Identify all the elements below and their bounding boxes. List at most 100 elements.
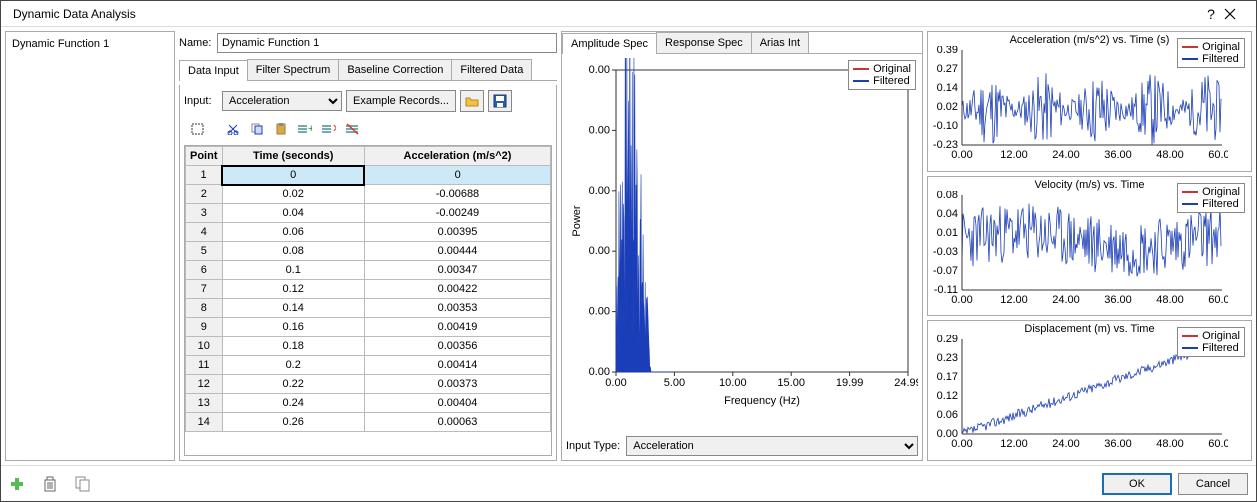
table-row[interactable]: 40.060.00395 [186,223,551,242]
svg-text:24.00: 24.00 [1052,149,1080,161]
content: Dynamic Function 1 Name: Data Input Filt… [1,27,1256,465]
data-table[interactable]: Point Time (seconds) Acceleration (m/s^2… [185,146,551,432]
svg-text:✕: ✕ [332,123,336,135]
svg-text:60.00: 60.00 [1208,294,1228,306]
svg-text:60.00: 60.00 [1208,149,1228,161]
svg-text:-0.11: -0.11 [934,284,958,296]
open-folder-icon[interactable] [460,90,484,112]
tab-response-spec[interactable]: Response Spec [656,32,752,53]
col-time[interactable]: Time (seconds) [222,147,364,166]
svg-text:0.00: 0.00 [605,377,626,389]
name-field[interactable] [217,33,557,53]
chart-legend-2: Original Filtered [1177,183,1245,213]
data-table-wrap[interactable]: Point Time (seconds) Acceleration (m/s^2… [184,145,552,456]
svg-text:12.00: 12.00 [1000,294,1028,306]
ok-button[interactable]: OK [1102,473,1172,495]
delete-row-icon[interactable]: ✕ [318,119,340,139]
table-row[interactable]: 20.02-0.00688 [186,185,551,204]
svg-text:60.00: 60.00 [1208,438,1228,450]
dialog-window: Dynamic Data Analysis ? Dynamic Function… [0,0,1257,502]
delete-icon[interactable] [43,476,57,492]
tab-body: Input: Acceleration Example Records... [179,85,557,461]
copy-icon[interactable] [246,119,268,139]
table-row[interactable]: 120.220.00373 [186,375,551,394]
svg-text:15.00: 15.00 [777,377,805,389]
table-row[interactable]: 80.140.00353 [186,299,551,318]
paste-icon[interactable] [270,119,292,139]
svg-text:0.12: 0.12 [937,390,958,402]
save-icon[interactable] [488,90,512,112]
tab-baseline-correction[interactable]: Baseline Correction [338,59,452,80]
svg-text:0.00: 0.00 [589,366,610,378]
tab-arias-int[interactable]: Arias Int [751,32,809,53]
svg-text:48.00: 48.00 [1156,149,1184,161]
titlebar: Dynamic Data Analysis ? [1,1,1256,27]
svg-text:0.08: 0.08 [937,191,958,201]
select-icon[interactable] [186,119,208,139]
chart-acceleration: Acceleration (m/s^2) vs. Time (s) 0.0012… [927,31,1252,172]
svg-text:0.01: 0.01 [937,227,958,239]
clear-rows-icon[interactable] [342,119,364,139]
svg-text:0.14: 0.14 [937,82,958,94]
svg-text:-0.10: -0.10 [933,120,958,132]
insert-row-icon[interactable]: + [294,119,316,139]
input-type-select[interactable]: Acceleration [626,436,918,456]
charts-panel: Acceleration (m/s^2) vs. Time (s) 0.0012… [927,31,1252,461]
svg-text:24.00: 24.00 [1052,294,1080,306]
close-icon[interactable] [1224,8,1250,20]
svg-text:0.00: 0.00 [937,428,958,440]
svg-text:19.99: 19.99 [836,377,864,389]
svg-text:0.00: 0.00 [589,64,610,76]
svg-text:0.00: 0.00 [589,185,610,197]
copy-function-icon[interactable] [75,476,91,492]
function-list-item[interactable]: Dynamic Function 1 [10,36,170,52]
cut-icon[interactable] [222,119,244,139]
tab-filter-spectrum[interactable]: Filter Spectrum [247,59,340,80]
function-list[interactable]: Dynamic Function 1 [5,31,175,461]
svg-text:12.00: 12.00 [1000,149,1028,161]
svg-text:24.99: 24.99 [894,377,918,389]
svg-text:0.39: 0.39 [937,46,958,56]
svg-text:Frequency (Hz): Frequency (Hz) [724,395,800,407]
svg-text:-0.23: -0.23 [933,139,958,151]
svg-text:-0.03: -0.03 [933,246,958,258]
input-select[interactable]: Acceleration [222,91,342,111]
table-row[interactable]: 30.04-0.00249 [186,204,551,223]
cancel-button[interactable]: Cancel [1178,473,1248,495]
svg-text:48.00: 48.00 [1156,438,1184,450]
tab-amplitude-spec[interactable]: Amplitude Spec [562,33,657,54]
table-row[interactable]: 140.260.00063 [186,413,551,432]
tab-filtered-data[interactable]: Filtered Data [451,59,532,80]
table-row[interactable]: 60.10.00347 [186,261,551,280]
chart-velocity: Velocity (m/s) vs. Time 0.0012.0024.0036… [927,176,1252,317]
svg-text:Power: Power [571,205,583,237]
spectrum-legend: Original Filtered [848,60,916,90]
middle-panel: Name: Data Input Filter Spectrum Baselin… [179,31,557,461]
property-tabs: Data Input Filter Spectrum Baseline Corr… [179,59,557,81]
example-records-button[interactable]: Example Records... [346,90,456,112]
col-accel[interactable]: Acceleration (m/s^2) [364,147,550,166]
svg-text:36.00: 36.00 [1104,149,1132,161]
svg-text:+: + [308,123,312,135]
tab-data-input[interactable]: Data Input [179,60,248,81]
svg-text:0.00: 0.00 [589,306,610,318]
svg-text:0.23: 0.23 [937,352,958,364]
add-icon[interactable] [9,476,25,492]
table-row[interactable]: 50.080.00444 [186,242,551,261]
col-point[interactable]: Point [186,147,223,166]
spectrum-panel: Amplitude Spec Response Spec Arias Int 0… [561,31,923,461]
table-row[interactable]: 70.120.00422 [186,280,551,299]
table-row[interactable]: 90.160.00419 [186,318,551,337]
input-type-label: Input Type: [566,440,620,452]
svg-text:12.00: 12.00 [1000,438,1028,450]
input-label: Input: [184,95,218,107]
svg-text:48.00: 48.00 [1156,294,1184,306]
spectrum-chart: 0.005.0010.0015.0019.9924.990.000.000.00… [562,54,922,432]
table-row[interactable]: 130.240.00404 [186,394,551,413]
svg-text:0.06: 0.06 [937,409,958,421]
help-icon[interactable]: ? [1198,6,1224,22]
table-row[interactable]: 100.180.00356 [186,337,551,356]
table-row[interactable]: 100 [186,166,551,185]
svg-text:5.00: 5.00 [664,377,685,389]
table-row[interactable]: 110.20.00414 [186,356,551,375]
